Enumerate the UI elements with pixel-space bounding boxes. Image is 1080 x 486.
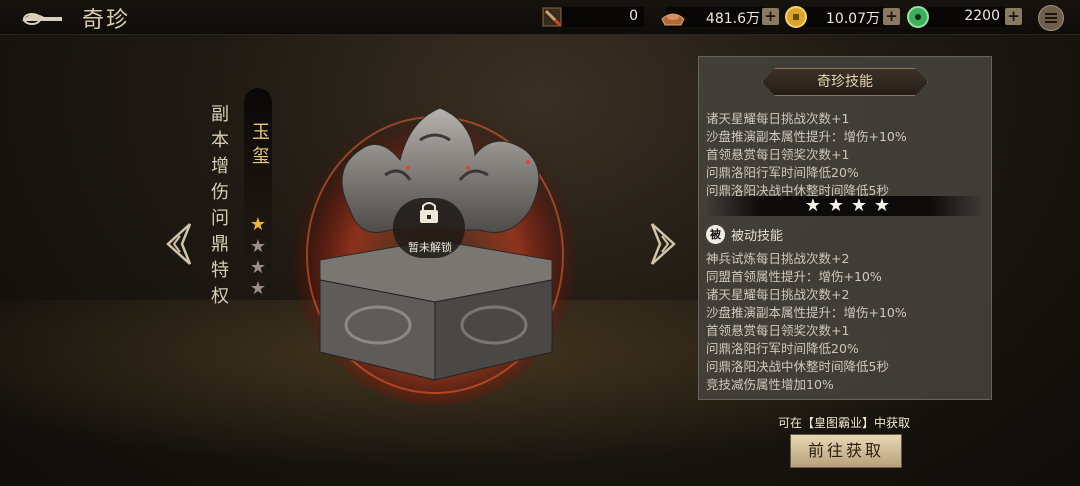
active-skill-line: 问鼎洛阳行军时间降低20% <box>706 165 859 180</box>
gold-coin-icon <box>784 5 808 29</box>
active-skill-line: 首领悬赏每日领奖次数+1 <box>706 147 850 162</box>
passive-skill-label: 被动技能 <box>731 229 784 244</box>
treasure-name: 玉玺 <box>249 122 270 170</box>
star-icon: ★ <box>804 195 822 216</box>
jade-icon <box>906 5 930 29</box>
star-icon: ★ <box>827 195 845 216</box>
back-arrow-icon[interactable] <box>18 6 66 28</box>
resource-counter-ingot: 481.6万 <box>661 7 766 27</box>
add-gold-button[interactable]: + <box>883 8 900 25</box>
passive-skill-line: 问鼎洛阳行军时间降低20% <box>706 341 859 356</box>
star-icon: ★ <box>873 195 891 216</box>
resource-value: 481.6万 <box>705 11 760 27</box>
passive-skill-line: 神兵试炼每日挑战次数+2 <box>706 251 850 266</box>
resource-value: 10.07万 <box>825 11 880 27</box>
add-ingot-button[interactable]: + <box>762 8 779 25</box>
resource-counter-gold: 10.07万 <box>785 6 886 28</box>
lock-status-text: 暂未解锁 <box>408 241 452 254</box>
treasure-bonus-label: 副本增伤问鼎特权 <box>208 104 229 312</box>
star-icon-filled: ★ <box>249 214 267 235</box>
star-icon-empty: ★ <box>249 257 267 278</box>
resource-counter-jade: 2200 <box>907 6 1006 28</box>
star-icon-empty: ★ <box>249 236 267 257</box>
next-arrow-icon[interactable] <box>648 222 678 266</box>
active-skill-line: 沙盘推演副本属性提升：增伤+10% <box>706 129 907 144</box>
passive-skill-line: 竞技减伤属性增加10% <box>706 377 834 392</box>
passive-skill-line: 沙盘推演副本属性提升：增伤+10% <box>706 305 907 320</box>
resource-value: 2200 <box>964 8 1000 24</box>
go-obtain-button[interactable]: 前往获取 <box>790 434 902 468</box>
star-icon: ★ <box>850 195 868 216</box>
star-icon-empty: ★ <box>249 278 267 299</box>
active-skill-line: 诸天星耀每日挑战次数+1 <box>706 111 850 126</box>
passive-skill-line: 同盟首领属性提升：增伤+10% <box>706 269 882 284</box>
top-bar: 奇珍 0 481.6万 + 10.07万 + 2200 + <box>0 0 1080 35</box>
passive-skill-line: 首领悬赏每日领奖次数+1 <box>706 323 850 338</box>
skills-panel-title: 奇珍技能 <box>762 68 928 96</box>
resource-counter-shovel: 0 <box>542 7 644 27</box>
passive-skill-line: 问鼎洛阳决战中休整时间降低5秒 <box>706 359 889 374</box>
lock-icon <box>420 202 438 223</box>
shovel-item-icon <box>540 5 564 29</box>
previous-arrow-icon[interactable] <box>164 222 194 266</box>
passive-skill-line: 诸天星耀每日挑战次数+2 <box>706 287 850 302</box>
menu-icon[interactable] <box>1038 5 1064 31</box>
resource-value: 0 <box>629 8 638 24</box>
add-jade-button[interactable]: + <box>1005 8 1022 25</box>
page-title: 奇珍 <box>82 8 131 33</box>
passive-skill-icon: 被 <box>706 225 725 244</box>
source-hint: 可在【皇图霸业】中获取 <box>777 416 910 430</box>
ingot-icon <box>660 5 685 29</box>
